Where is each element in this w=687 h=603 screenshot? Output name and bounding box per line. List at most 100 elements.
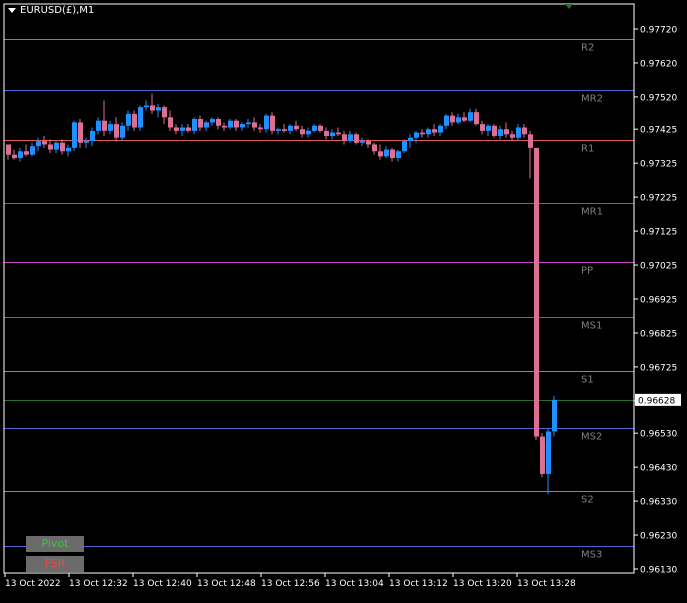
candle-body xyxy=(48,144,53,150)
symbol-header[interactable]: EURUSD(£),M1 xyxy=(8,5,94,16)
y-tick-label: 0.96825 xyxy=(640,329,677,339)
candle-body xyxy=(222,125,227,128)
dropdown-triangle-icon[interactable] xyxy=(8,8,16,13)
candle-body xyxy=(174,127,179,131)
candle-body xyxy=(288,125,293,131)
candle-body xyxy=(12,154,17,159)
candle-body xyxy=(246,122,251,125)
candle-body xyxy=(162,107,167,118)
level-label-mr1: MR1 xyxy=(581,207,603,218)
y-tick-label: 0.97025 xyxy=(640,262,677,272)
candle-body xyxy=(372,144,377,152)
x-tick-label: 13 Oct 13:20 xyxy=(453,579,512,589)
candle-body xyxy=(330,132,335,136)
y-tick-label: 0.96330 xyxy=(640,498,677,508)
candle-body xyxy=(474,112,479,125)
candle-body xyxy=(396,151,401,159)
candle-body xyxy=(378,151,383,157)
candle-body xyxy=(468,112,473,121)
candle-body xyxy=(324,130,329,136)
candle-body xyxy=(210,119,215,123)
candle-body xyxy=(24,151,29,155)
candle-body xyxy=(300,129,305,135)
candle-body xyxy=(366,141,371,145)
x-tick-label: 13 Oct 2022 xyxy=(5,579,61,589)
candle-body xyxy=(294,125,299,130)
candle-body xyxy=(312,125,317,131)
candle-body xyxy=(348,134,353,142)
candle-body xyxy=(390,149,395,159)
candle-body xyxy=(270,115,275,131)
candle-body xyxy=(462,117,467,121)
candle-body xyxy=(360,141,365,143)
candle-body xyxy=(96,120,101,131)
candle-body xyxy=(144,105,149,108)
candle-body xyxy=(486,125,491,131)
candle-body xyxy=(480,124,485,131)
level-label-ms2: MS2 xyxy=(581,432,602,443)
price-axis: 0.97720 0.97620 0.97520 0.97425 0.97325 0.972… xyxy=(3,3,681,576)
candle-body xyxy=(102,120,107,131)
symbol-label: EURUSD(£),M1 xyxy=(20,5,95,16)
candle-body xyxy=(120,125,125,138)
y-tick-label: 0.96430 xyxy=(640,464,677,474)
candle-body xyxy=(252,122,257,128)
candle-body xyxy=(510,134,515,138)
candle-body xyxy=(108,124,113,131)
candle-body xyxy=(180,127,185,131)
pivot-button[interactable]: Pivot xyxy=(26,536,84,552)
x-tick-label: 13 Oct 12:40 xyxy=(133,579,192,589)
fsr-button[interactable]: FSR xyxy=(26,556,84,572)
candle-body xyxy=(150,105,155,111)
time-axis: 13 Oct 2022 13 Oct 12:32 13 Oct 12:40 13 Oc… xyxy=(4,573,576,589)
candle-body xyxy=(546,431,551,474)
candle-body xyxy=(438,125,443,133)
candle-body xyxy=(198,119,203,128)
scroll-marker-icon xyxy=(565,4,573,9)
candle-body xyxy=(516,127,521,138)
candle-body xyxy=(522,127,527,135)
x-tick-label: 13 Oct 13:12 xyxy=(389,579,448,589)
candle-body xyxy=(504,129,509,135)
y-tick-label: 0.96230 xyxy=(640,532,677,542)
candle-body xyxy=(408,137,413,142)
candle-body xyxy=(456,117,461,123)
candle-body xyxy=(528,134,533,148)
level-label-r2: R2 xyxy=(581,43,594,54)
level-label-ms1: MS1 xyxy=(581,321,602,332)
candle-body xyxy=(306,130,311,135)
candle-body xyxy=(6,144,11,155)
candle-body xyxy=(492,125,497,136)
candle-body xyxy=(36,141,41,147)
price-chart[interactable]: R2 MR2 R1 MR1 PP MS1 S1 MS2 S2 MS3 0.97720 0.97620… xyxy=(0,0,687,599)
candle-body xyxy=(318,125,323,131)
candle-body xyxy=(228,120,233,128)
candle-body xyxy=(84,141,89,143)
candle-body xyxy=(276,129,281,131)
candle-body xyxy=(240,124,245,128)
y-tick-label: 0.97325 xyxy=(640,160,677,170)
candle-body xyxy=(216,119,221,126)
y-tick-label: 0.96725 xyxy=(640,363,677,373)
y-tick-label: 0.97520 xyxy=(640,93,677,103)
x-tick-label: 13 Oct 13:28 xyxy=(517,579,576,589)
candle-body xyxy=(264,115,269,130)
level-label-mr2: MR2 xyxy=(581,94,603,105)
chart-area[interactable]: R2 MR2 R1 MR1 PP MS1 S1 MS2 S2 MS3 0.97720 0.97620… xyxy=(0,0,687,599)
candle-body xyxy=(72,122,77,148)
y-tick-label: 0.97225 xyxy=(640,194,677,204)
y-tick-label: 0.97720 xyxy=(640,26,677,36)
y-tick-label: 0.97620 xyxy=(640,59,677,69)
candle-body xyxy=(60,142,65,152)
candle-body xyxy=(90,130,95,142)
candle-body xyxy=(258,127,263,130)
candle-body xyxy=(336,132,341,135)
x-tick-label: 13 Oct 12:56 xyxy=(261,579,320,589)
level-label-pp: PP xyxy=(581,266,593,277)
x-tick-label: 13 Oct 13:04 xyxy=(325,579,384,589)
y-tick-label: 0.97425 xyxy=(640,126,677,136)
candle-body xyxy=(384,149,389,157)
level-label-r1: R1 xyxy=(581,144,594,155)
candle-body xyxy=(168,117,173,128)
candle-body xyxy=(186,127,191,131)
